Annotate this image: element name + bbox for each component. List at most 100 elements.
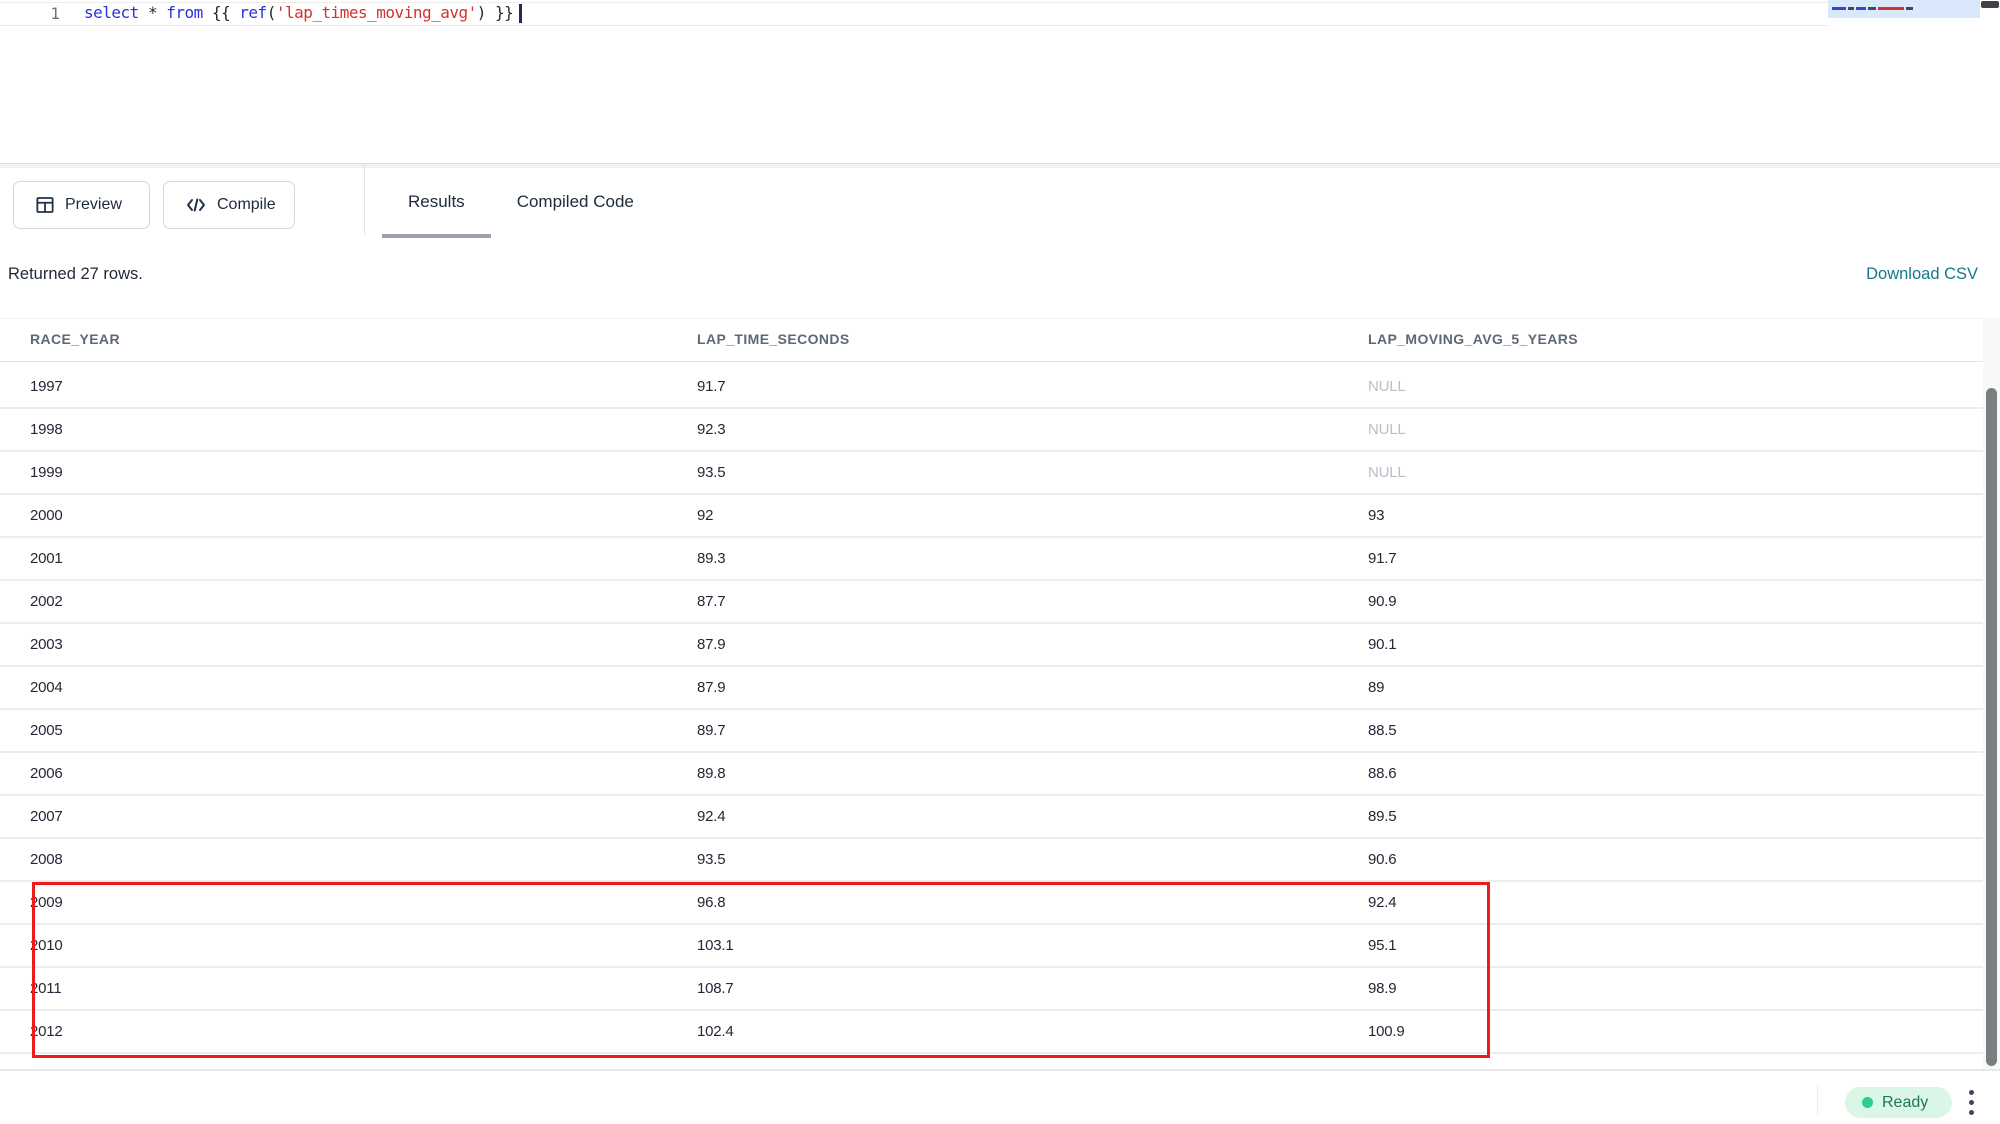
table-row: 2009 96.8 92.4: [0, 882, 1983, 925]
table-row: 2006 89.8 88.6: [0, 753, 1983, 796]
cell-lap-time-seconds: 93.5: [697, 464, 725, 481]
cell-race-year: 1997: [30, 378, 63, 395]
line-number: 1: [36, 4, 60, 23]
table-header: RACE_YEAR LAP_TIME_SECONDS LAP_MOVING_AV…: [0, 318, 1983, 362]
cell-lap-moving-avg: 98.9: [1368, 980, 1396, 997]
status-badge: Ready: [1845, 1087, 1952, 1118]
cell-lap-time-seconds: 89.8: [697, 765, 725, 782]
text-cursor: [519, 4, 522, 23]
compile-button[interactable]: Compile: [163, 181, 295, 229]
cell-lap-moving-avg: 89: [1368, 679, 1384, 696]
table-row: 2004 87.9 89: [0, 667, 1983, 710]
code-token: ): [477, 3, 486, 22]
code-token: (: [267, 3, 276, 22]
minimap-code-line: [1832, 7, 1984, 10]
kebab-menu-icon[interactable]: [1964, 1083, 1978, 1121]
column-header-lap-time-seconds: LAP_TIME_SECONDS: [697, 331, 850, 347]
status-dot-icon: [1862, 1097, 1873, 1108]
cell-lap-time-seconds: 93.5: [697, 851, 725, 868]
cell-lap-time-seconds: 92.4: [697, 808, 725, 825]
code-line[interactable]: select * from {{ ref('lap_times_moving_a…: [84, 3, 522, 23]
minimap-token: [1906, 7, 1913, 10]
scrollbar-thumb[interactable]: [1986, 388, 1997, 1066]
results-toolbar: Preview Compile ResultsCompiled Code: [0, 168, 2000, 235]
tab-results[interactable]: Results: [382, 168, 491, 235]
cell-lap-time-seconds: 87.9: [697, 636, 725, 653]
code-icon: [186, 197, 206, 213]
tab-compiled-code[interactable]: Compiled Code: [491, 168, 660, 235]
cell-race-year: 2004: [30, 679, 63, 696]
table-row: 2012 102.4 100.9: [0, 1011, 1983, 1054]
cell-lap-moving-avg: NULL: [1368, 464, 1406, 481]
cell-lap-time-seconds: 91.7: [697, 378, 725, 395]
cell-race-year: 2010: [30, 937, 63, 954]
cell-lap-moving-avg: 90.9: [1368, 593, 1396, 610]
code-token: 'lap_times_moving_avg': [276, 3, 477, 22]
cell-race-year: 2000: [30, 507, 63, 524]
cell-lap-time-seconds: 92.3: [697, 421, 725, 438]
cell-lap-time-seconds: 92: [697, 507, 713, 524]
cell-lap-moving-avg: 90.1: [1368, 636, 1396, 653]
preview-button-label: Preview: [65, 196, 122, 214]
minimap-token: [1832, 7, 1846, 10]
table-row: 2003 87.9 90.1: [0, 624, 1983, 667]
editor-minimap[interactable]: [1828, 0, 1980, 18]
cell-race-year: 2008: [30, 851, 63, 868]
code-token: select: [84, 3, 139, 22]
cell-lap-time-seconds: 89.7: [697, 722, 725, 739]
cell-race-year: 2006: [30, 765, 63, 782]
cell-lap-moving-avg: 89.5: [1368, 808, 1396, 825]
minimap-token: [1878, 7, 1904, 10]
cell-lap-moving-avg: NULL: [1368, 421, 1406, 438]
cell-race-year: 2001: [30, 550, 63, 567]
cell-lap-moving-avg: 100.9: [1368, 1023, 1405, 1040]
table-row: 2007 92.4 89.5: [0, 796, 1983, 839]
cell-race-year: 2011: [30, 980, 61, 997]
table-row: 2005 89.7 88.5: [0, 710, 1983, 753]
statusbar-separator: [1817, 1085, 1818, 1115]
cell-race-year: 1999: [30, 464, 63, 481]
cell-lap-time-seconds: 89.3: [697, 550, 725, 567]
table-row: 2008 93.5 90.6: [0, 839, 1983, 882]
code-token: {{: [203, 3, 240, 22]
cell-race-year: 2007: [30, 808, 63, 825]
cell-lap-time-seconds: 108.7: [697, 980, 734, 997]
compile-button-label: Compile: [217, 196, 276, 214]
dbt-ide-lower-pane: 1 select * from {{ ref('lap_times_moving…: [0, 0, 2000, 1124]
cell-lap-time-seconds: 96.8: [697, 894, 725, 911]
table-row: 2010 103.1 95.1: [0, 925, 1983, 968]
column-header-lap-moving-avg: LAP_MOVING_AVG_5_YEARS: [1368, 331, 1578, 347]
cell-lap-moving-avg: 88.5: [1368, 722, 1396, 739]
cell-lap-moving-avg: 95.1: [1368, 937, 1396, 954]
cell-lap-time-seconds: 103.1: [697, 937, 734, 954]
editor-minimap-slider[interactable]: [1981, 1, 1999, 8]
cell-lap-moving-avg: NULL: [1368, 378, 1406, 395]
cell-lap-time-seconds: 87.9: [697, 679, 725, 696]
cell-lap-moving-avg: 92.4: [1368, 894, 1396, 911]
table-row: 2002 87.7 90.9: [0, 581, 1983, 624]
cell-lap-moving-avg: 88.6: [1368, 765, 1396, 782]
table-row: 2011 108.7 98.9: [0, 968, 1983, 1011]
cell-lap-time-seconds: 87.7: [697, 593, 725, 610]
table-grid-icon: [36, 196, 54, 214]
minimap-token: [1856, 7, 1866, 10]
minimap-token: [1868, 7, 1876, 10]
cell-race-year: 2003: [30, 636, 63, 653]
results-tabs: ResultsCompiled Code: [382, 168, 660, 235]
table-row: 1998 92.3 NULL: [0, 409, 1983, 452]
table-row: 2001 89.3 91.7: [0, 538, 1983, 581]
table-body: 1997 91.7 NULL 1998 92.3 NULL 1999 93.5 …: [0, 366, 1983, 1054]
download-csv-link[interactable]: Download CSV: [1866, 265, 1978, 284]
preview-button[interactable]: Preview: [13, 181, 150, 229]
cell-race-year: 2005: [30, 722, 63, 739]
cell-lap-moving-avg: 93: [1368, 507, 1384, 524]
status-bar: Ready: [0, 1071, 2000, 1124]
table-row: 1999 93.5 NULL: [0, 452, 1983, 495]
minimap-token: [1848, 7, 1854, 10]
cell-race-year: 2012: [30, 1023, 63, 1040]
status-label: Ready: [1882, 1094, 1928, 1112]
cell-race-year: 1998: [30, 421, 63, 438]
code-token: ref: [239, 3, 266, 22]
table-row: 1997 91.7 NULL: [0, 366, 1983, 409]
sql-editor[interactable]: 1 select * from {{ ref('lap_times_moving…: [0, 0, 2000, 163]
